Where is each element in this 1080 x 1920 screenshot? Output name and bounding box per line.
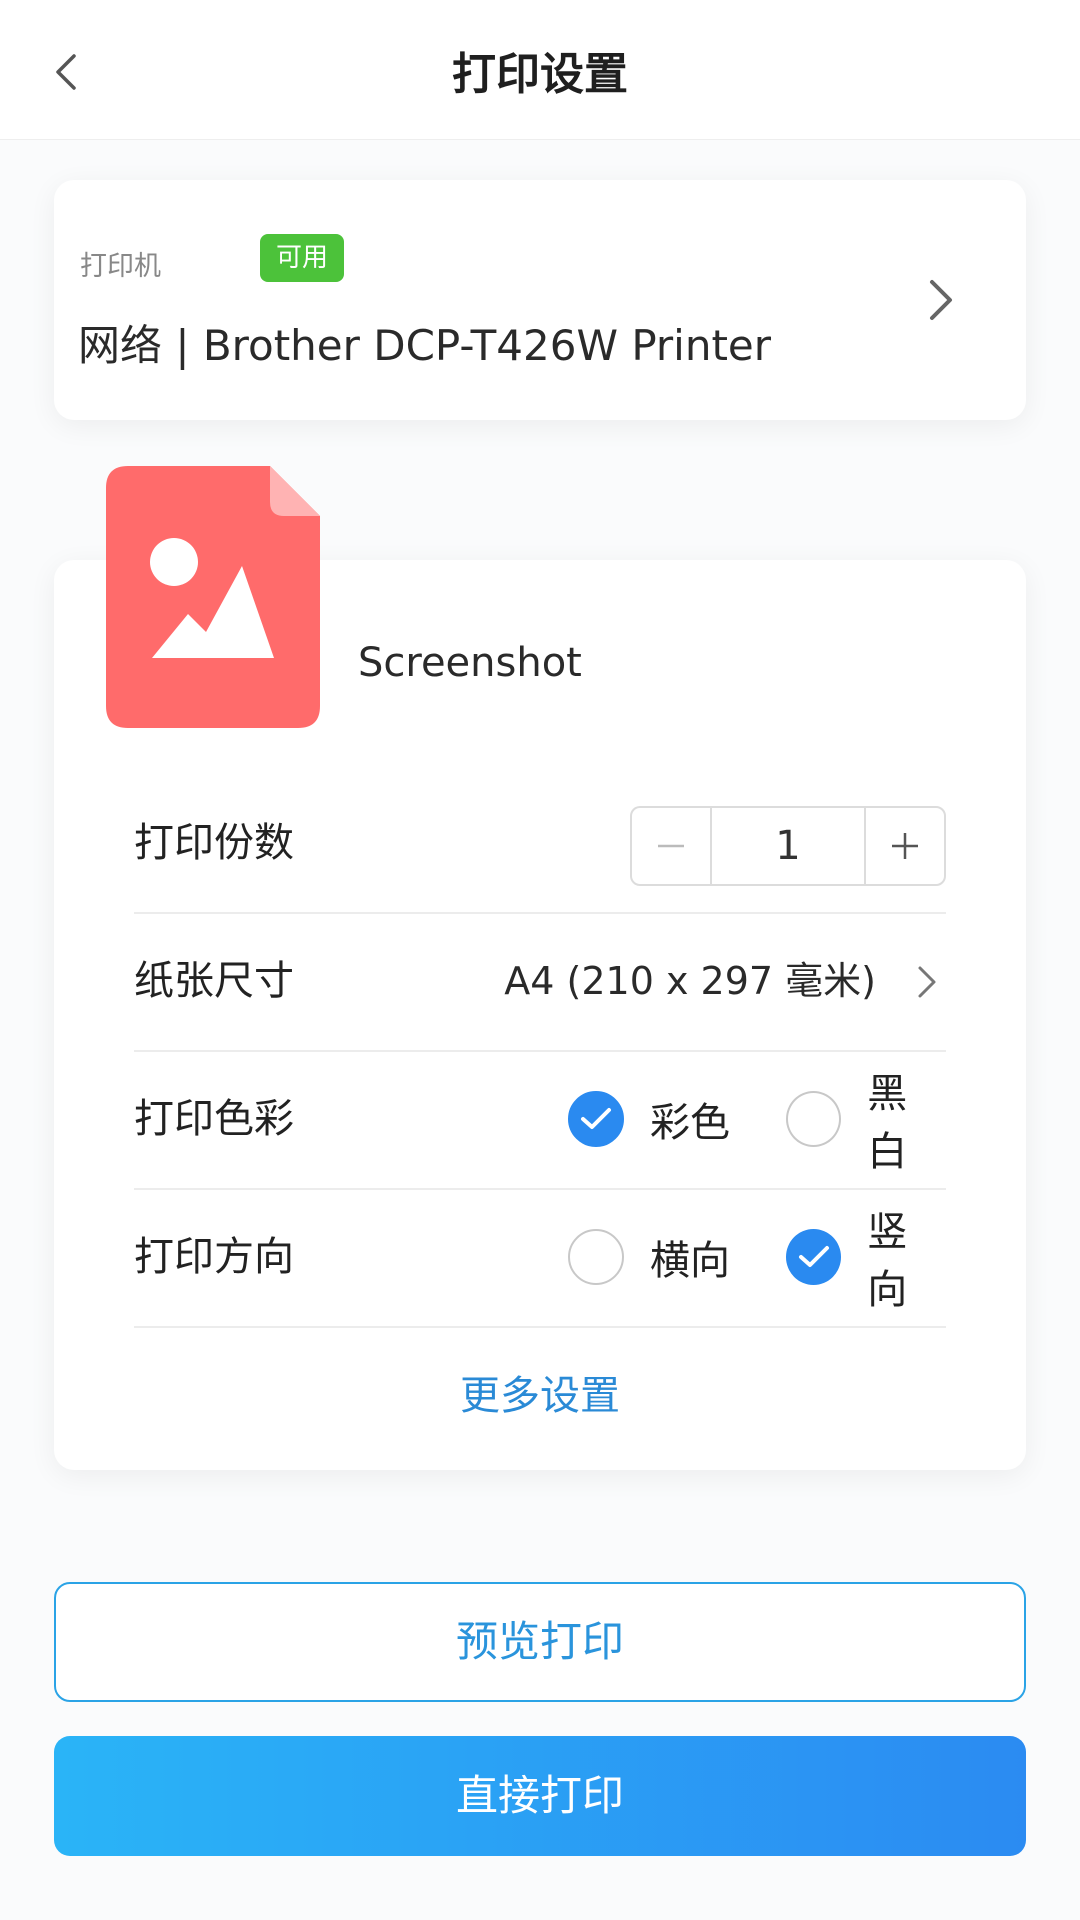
increment-button[interactable] [866,808,944,884]
more-settings-link[interactable]: 更多设置 [54,1356,1026,1436]
page-title: 打印设置 [452,49,628,100]
printer-selector-card[interactable] [54,180,1026,420]
orientation-row: 打印方向 横向 竖向 [134,1188,946,1326]
copies-stepper[interactable]: 1 [630,806,946,886]
top-bar: 打印设置 [0,0,1080,140]
copies-row: 打印份数 1 [134,774,946,912]
orientation-label: 打印方向 [134,1234,294,1280]
orientation-option-portrait[interactable]: 竖向 [786,1188,946,1326]
chevron-right-icon [930,280,952,320]
direct-print-button[interactable]: 直接打印 [54,1736,1026,1856]
orientation-option-landscape[interactable]: 横向 [568,1188,730,1326]
copies-value[interactable]: 1 [710,808,866,884]
checkmark-icon [581,1108,611,1129]
printer-name: 网络 | Brother DCP-T426W Printer [78,321,772,370]
radio-label: 彩色 [650,1100,730,1146]
radio-label: 横向 [650,1238,730,1284]
decrement-button[interactable] [632,808,710,884]
radio-landscape[interactable] [568,1229,624,1285]
color-option-bw[interactable]: 黑白 [786,1050,946,1188]
color-row: 打印色彩 彩色 黑白 [134,1050,946,1188]
copies-label: 打印份数 [134,820,294,866]
paper-size-row[interactable]: 纸张尺寸 A4 (210 x 297 毫米) [134,912,946,1050]
divider [134,1326,946,1328]
checkmark-icon [798,1246,829,1267]
radio-color[interactable] [568,1091,624,1147]
paper-size-label: 纸张尺寸 [134,958,294,1004]
paper-size-value: A4 (210 x 297 毫米) [504,959,876,1003]
plus-icon [892,833,918,859]
printer-status-badge: 可用 [260,234,344,282]
chevron-left-icon [56,54,76,90]
radio-portrait[interactable] [786,1229,842,1285]
minus-icon [658,844,684,848]
image-file-icon [106,466,320,728]
radio-bw[interactable] [786,1091,842,1147]
radio-label: 黑白 [867,1071,908,1175]
radio-label: 竖向 [867,1209,908,1313]
printer-label: 打印机 [80,251,161,282]
color-option-color[interactable]: 彩色 [568,1050,730,1188]
color-label: 打印色彩 [134,1096,294,1142]
back-button[interactable] [44,50,88,94]
preview-print-button[interactable]: 预览打印 [54,1582,1026,1702]
file-name: Screenshot [358,640,582,686]
print-settings-page: 打印设置 打印机 可用 网络 | Brother DCP-T426W Print… [0,0,1080,1920]
chevron-right-icon [918,966,936,998]
